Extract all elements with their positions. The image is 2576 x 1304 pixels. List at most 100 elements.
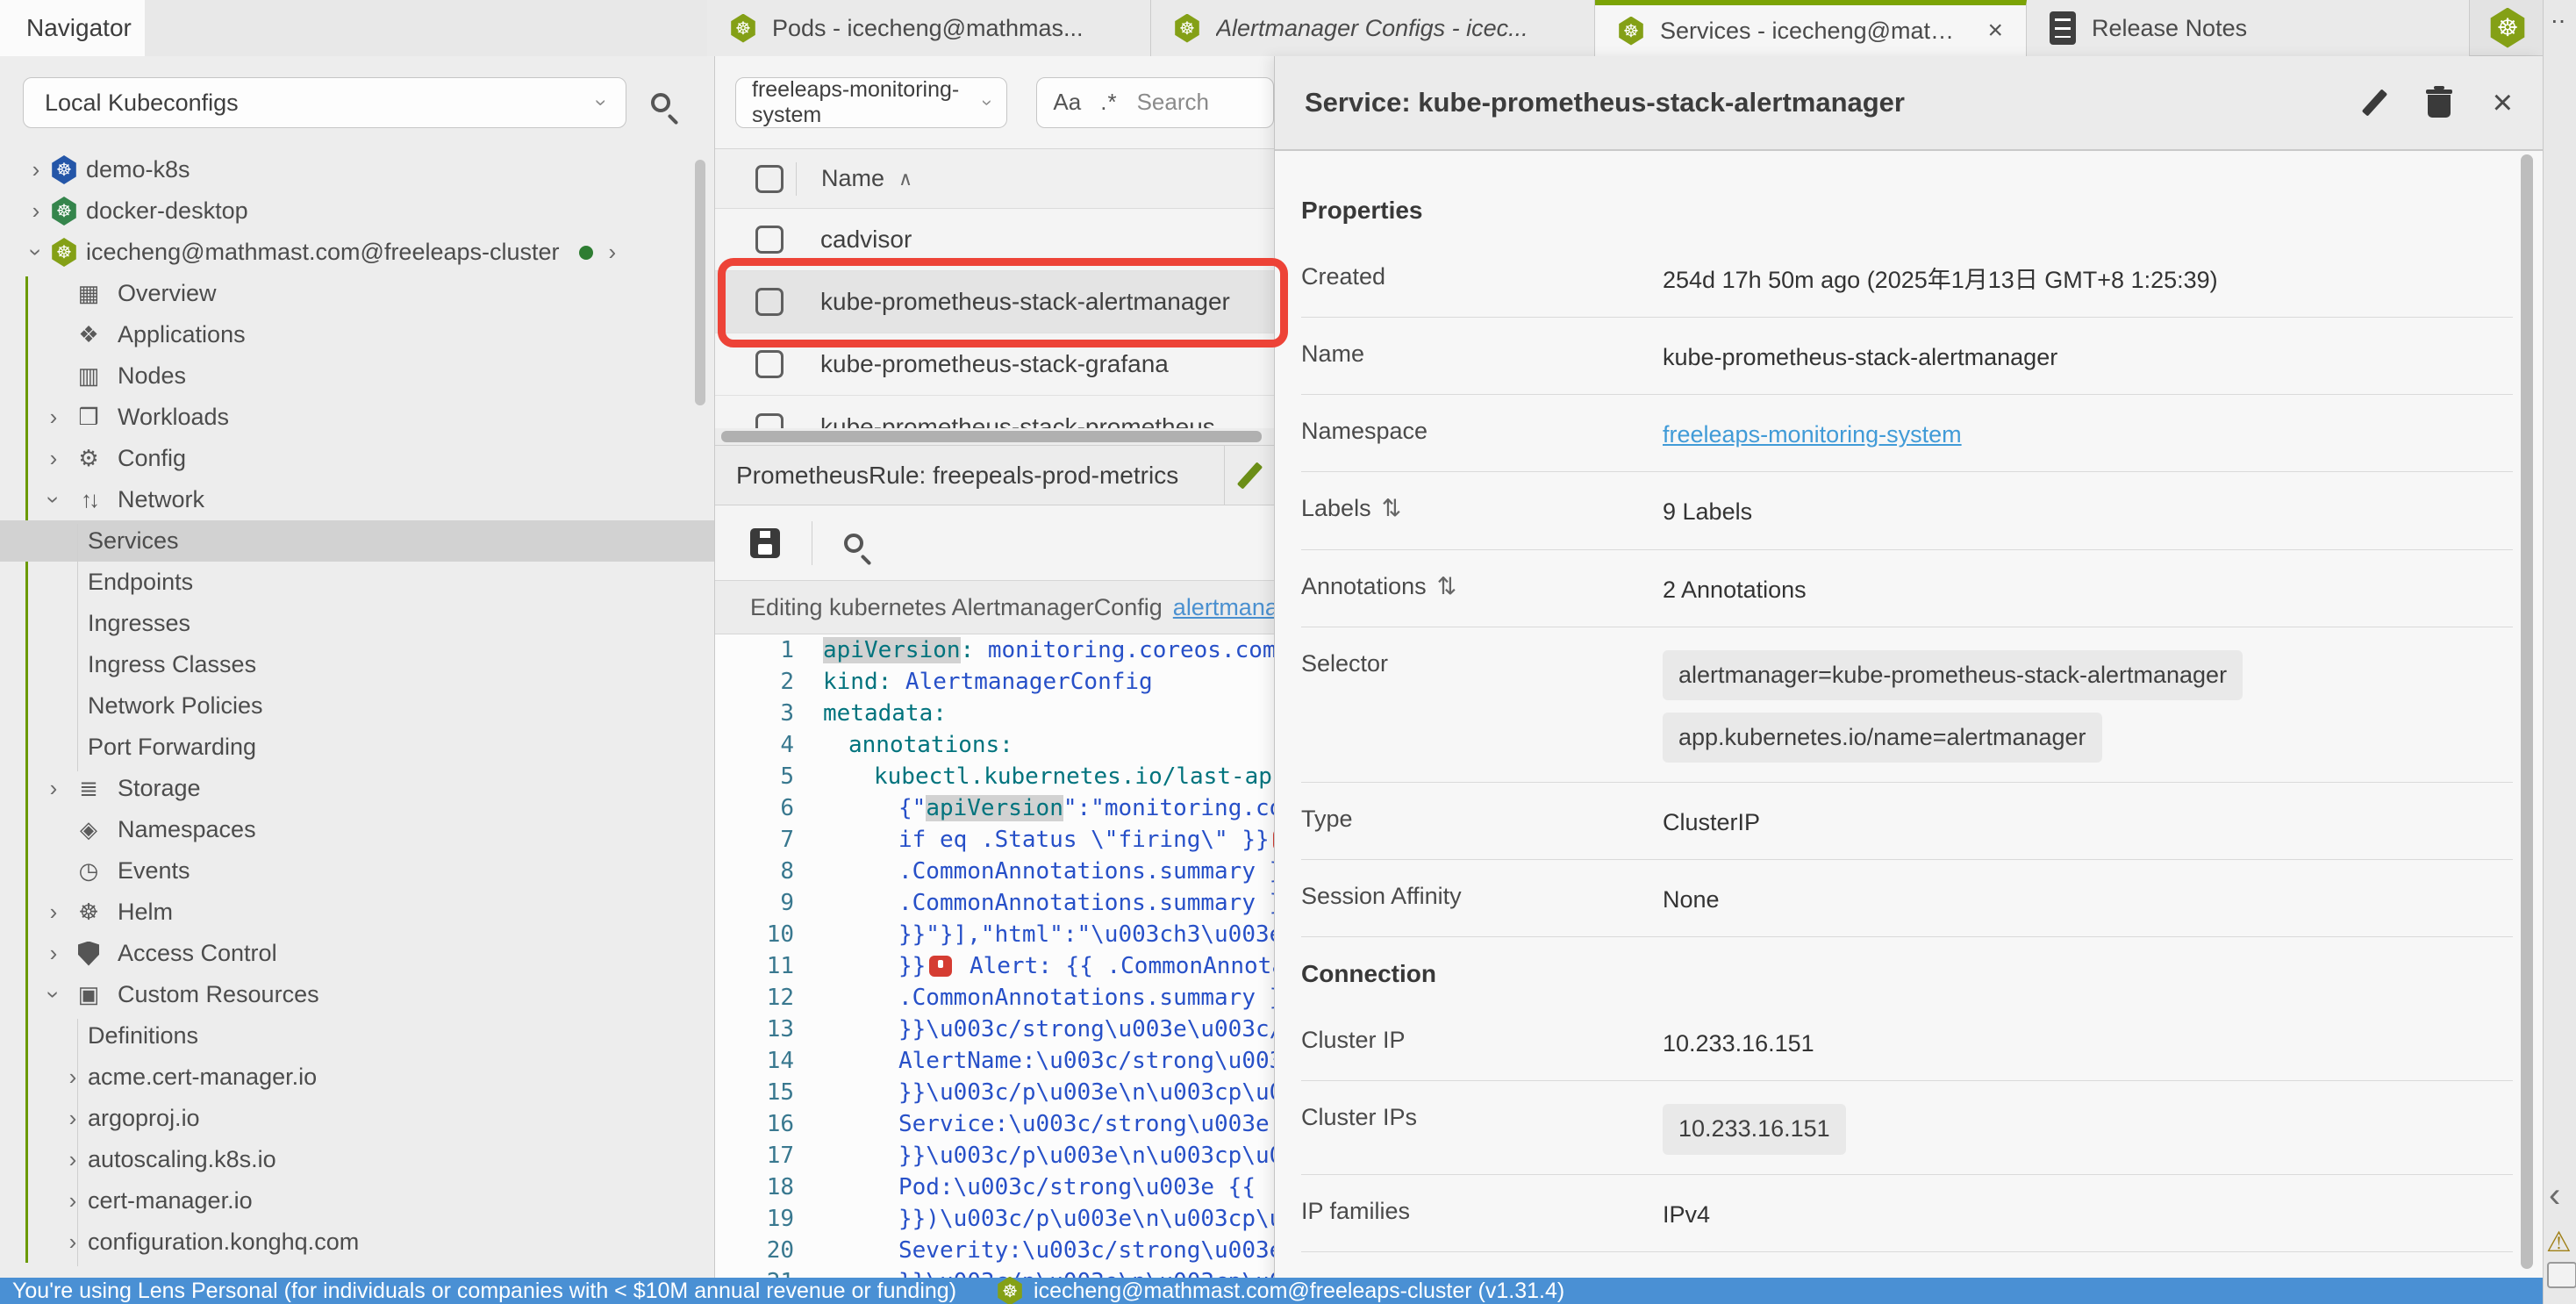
code-line-5[interactable]: 5kubectl.kubernetes.io/last-appli <box>715 761 1274 792</box>
sidebar-item-access-control[interactable]: ›Access Control <box>0 933 714 974</box>
code-line-11[interactable]: 11}} Alert: {{ .CommonAnnotati <box>715 950 1274 982</box>
code-line-14[interactable]: 14AlertName:\u003c/strong\u003e <box>715 1045 1274 1077</box>
detail-scrollbar[interactable] <box>2521 154 2533 1269</box>
chevron-right-icon[interactable]: › <box>58 1064 88 1091</box>
sidebar-item-argoproj-io[interactable]: ›argoproj.io <box>0 1098 714 1139</box>
code-line-13[interactable]: 13}}\u003c/strong\u003e\u003c/h3 <box>715 1014 1274 1045</box>
sidebar-item-services[interactable]: Services <box>0 520 714 562</box>
chevron-right-icon[interactable]: › <box>39 940 68 967</box>
code-line-17[interactable]: 17}}\u003c/p\u003e\n\u003cp\u003 <box>715 1140 1274 1171</box>
chevron-right-icon[interactable]: › <box>21 197 51 225</box>
partial-tab[interactable]: ☸ <box>2489 0 2526 55</box>
sidebar-item-applications[interactable]: ❖Applications <box>0 314 714 355</box>
code-line-1[interactable]: 1apiVersion: monitoring.coreos.com/v1 <box>715 634 1274 666</box>
chevron-down-icon[interactable]: › <box>40 485 68 515</box>
regex-icon[interactable]: .* <box>1100 89 1117 116</box>
sort-toggle-icon[interactable]: ⇅ <box>1437 573 1457 599</box>
horizontal-scrollbar-thumb[interactable] <box>721 431 1262 442</box>
chevron-right-icon[interactable]: › <box>21 156 51 183</box>
code-line-10[interactable]: 10}}"}],"html":"\u003ch3\u003e\u <box>715 919 1274 950</box>
more-menu-icon[interactable]: ‥ <box>2551 2 2567 29</box>
chevron-down-icon[interactable]: › <box>23 238 50 268</box>
sidebar-item-overview[interactable]: ▦Overview <box>0 273 714 314</box>
sidebar-item-storage[interactable]: ›≣Storage <box>0 768 714 809</box>
navigator-tab[interactable]: Navigator <box>0 0 145 56</box>
chevron-down-icon[interactable]: › <box>40 980 68 1010</box>
active-cluster-status[interactable]: ☸ icecheng@mathmast.com@freeleaps-cluste… <box>997 1277 1564 1304</box>
save-icon[interactable] <box>750 528 780 558</box>
sidebar-item-network[interactable]: ›↑↓Network <box>0 479 714 520</box>
editing-resource-link[interactable]: alertmanager <box>1173 594 1274 621</box>
sidebar-item-autoscaling-k8s-io[interactable]: ›autoscaling.k8s.io <box>0 1139 714 1180</box>
chevron-right-icon[interactable]: › <box>58 1229 88 1256</box>
sidebar-scrollbar[interactable] <box>695 160 705 405</box>
row-checkbox[interactable] <box>755 288 784 316</box>
sidebar-item-cert-manager-io[interactable]: ›cert-manager.io <box>0 1180 714 1222</box>
sidebar-item-config[interactable]: ›⚙Config <box>0 438 714 479</box>
chevron-right-icon[interactable]: › <box>39 775 68 802</box>
match-case-icon[interactable]: Aa <box>1053 89 1081 116</box>
chevron-right-icon[interactable]: › <box>609 239 617 266</box>
code-line-18[interactable]: 18Pod:\u003c/strong\u003e {{ .Co <box>715 1171 1274 1203</box>
row-checkbox[interactable] <box>755 350 784 378</box>
code-line-6[interactable]: 6{"apiVersion":"monitoring.core <box>715 792 1274 824</box>
edit-resource-button[interactable] <box>1225 461 1274 491</box>
tab-services-icecheng-math[interactable]: ☸Services - icecheng@math...× <box>1595 0 2027 56</box>
column-name[interactable]: Name <box>821 165 884 192</box>
table-row-kube-prometheus-stack-alertmanager[interactable]: kube-prometheus-stack-alertmanager <box>715 271 1274 333</box>
code-line-20[interactable]: 20Severity:\u003c/strong\u003e <box>715 1235 1274 1266</box>
sidebar-item-definitions[interactable]: Definitions <box>0 1015 714 1057</box>
chevron-right-icon[interactable]: › <box>39 445 68 472</box>
kubeconfig-select[interactable]: Local Kubeconfigs › <box>23 77 626 128</box>
collapse-chevron-icon[interactable]: ‹ <box>2549 1176 2560 1215</box>
code-line-4[interactable]: 4annotations: <box>715 729 1274 761</box>
sidebar-item-ingresses[interactable]: Ingresses <box>0 603 714 644</box>
code-line-3[interactable]: 3metadata: <box>715 698 1274 729</box>
sidebar-item-endpoints[interactable]: Endpoints <box>0 562 714 603</box>
tab-pods-icecheng-mathmas[interactable]: ☸Pods - icecheng@mathmas... <box>707 0 1151 56</box>
code-line-16[interactable]: 16Service:\u003c/strong\u003e { <box>715 1108 1274 1140</box>
search-box[interactable]: Aa .* Search <box>1036 77 1274 128</box>
sidebar-item-helm[interactable]: ›☸Helm <box>0 892 714 933</box>
table-row-cadvisor[interactable]: cadvisor <box>715 209 1274 271</box>
chevron-right-icon[interactable]: › <box>39 899 68 926</box>
sort-asc-icon[interactable]: ∧ <box>898 168 912 190</box>
close-icon[interactable]: × <box>1987 16 2003 46</box>
yaml-editor[interactable]: 1apiVersion: monitoring.coreos.com/v12ki… <box>715 634 1274 1278</box>
code-line-8[interactable]: 8.CommonAnnotations.summary }} <box>715 856 1274 887</box>
code-line-12[interactable]: 12.CommonAnnotations.summary }} <box>715 982 1274 1014</box>
sidebar-item-namespaces[interactable]: ◈Namespaces <box>0 809 714 850</box>
chevron-right-icon[interactable]: › <box>58 1146 88 1173</box>
delete-icon[interactable] <box>2426 88 2452 118</box>
tab-release-notes[interactable]: Release Notes <box>2027 0 2470 56</box>
sidebar-item-docker-desktop[interactable]: ›☸docker-desktop <box>0 190 714 232</box>
sidebar-item-acme-cert-manager-io[interactable]: ›acme.cert-manager.io <box>0 1057 714 1098</box>
select-all-checkbox[interactable] <box>755 165 784 193</box>
sidebar-item-workloads[interactable]: ›❒Workloads <box>0 397 714 438</box>
sort-toggle-icon[interactable]: ⇅ <box>1382 495 1402 521</box>
code-line-9[interactable]: 9.CommonAnnotations.summary }} <box>715 887 1274 919</box>
row-checkbox[interactable] <box>755 413 784 429</box>
sidebar-item-configuration-konghq-com[interactable]: ›configuration.konghq.com <box>0 1222 714 1263</box>
chevron-right-icon[interactable]: › <box>58 1105 88 1132</box>
sidebar-item-ingress-classes[interactable]: Ingress Classes <box>0 644 714 685</box>
code-line-7[interactable]: 7if eq .Status \"firing\" }} <box>715 824 1274 856</box>
row-checkbox[interactable] <box>755 226 784 254</box>
close-icon[interactable]: × <box>2493 85 2513 120</box>
chevron-right-icon[interactable]: › <box>39 404 68 431</box>
sidebar-item-nodes[interactable]: ▥Nodes <box>0 355 714 397</box>
table-row-kube-prometheus-stack-grafana[interactable]: kube-prometheus-stack-grafana <box>715 333 1274 396</box>
code-line-19[interactable]: 19}})\u003c/p\u003e\n\u003cp\u00 <box>715 1203 1274 1235</box>
sidebar-item-events[interactable]: ◷Events <box>0 850 714 892</box>
horizontal-scrollbar[interactable] <box>715 428 1274 445</box>
edit-icon[interactable] <box>2361 89 2386 116</box>
tab-alertmanager-configs-icec[interactable]: ☸Alertmanager Configs - icec... <box>1151 0 1595 56</box>
sidebar-item-custom-resources[interactable]: ›▣Custom Resources <box>0 974 714 1015</box>
sidebar-item-port-forwarding[interactable]: Port Forwarding <box>0 727 714 768</box>
chevron-right-icon[interactable]: › <box>58 1187 88 1214</box>
services-row-partial[interactable]: kube-prometheus-stack-prometheus <box>715 396 1274 428</box>
sidebar-item-network-policies[interactable]: Network Policies <box>0 685 714 727</box>
sidebar-item-icecheng-mathmast-com-freeleaps-cluster[interactable]: ›☸icecheng@mathmast.com@freeleaps-cluste… <box>0 232 714 273</box>
warning-icon[interactable]: ⚠ <box>2546 1225 2572 1258</box>
namespace-link[interactable]: freeleaps-monitoring-system <box>1663 421 1962 448</box>
